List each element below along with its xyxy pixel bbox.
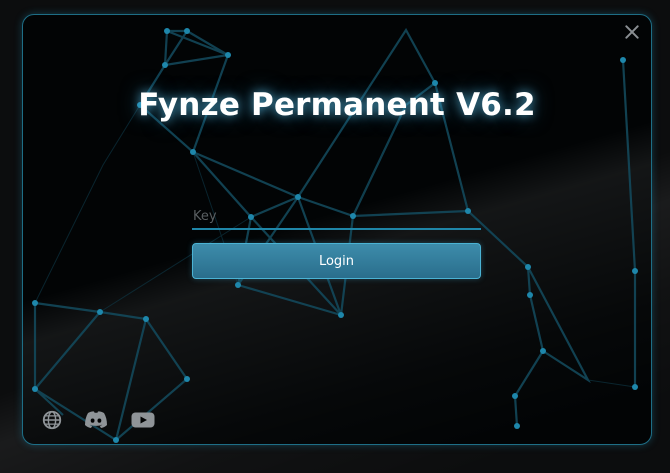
discord-icon[interactable]	[83, 409, 109, 431]
key-input[interactable]	[192, 203, 481, 230]
globe-icon[interactable]	[40, 409, 64, 431]
app-title: Fynze Permanent V6.2	[138, 87, 536, 123]
launcher-window: Fynze Permanent V6.2 Login	[22, 14, 652, 445]
close-icon[interactable]	[623, 23, 641, 41]
youtube-icon[interactable]	[130, 409, 156, 431]
network-background	[32, 27, 638, 443]
login-button[interactable]: Login	[192, 243, 481, 279]
